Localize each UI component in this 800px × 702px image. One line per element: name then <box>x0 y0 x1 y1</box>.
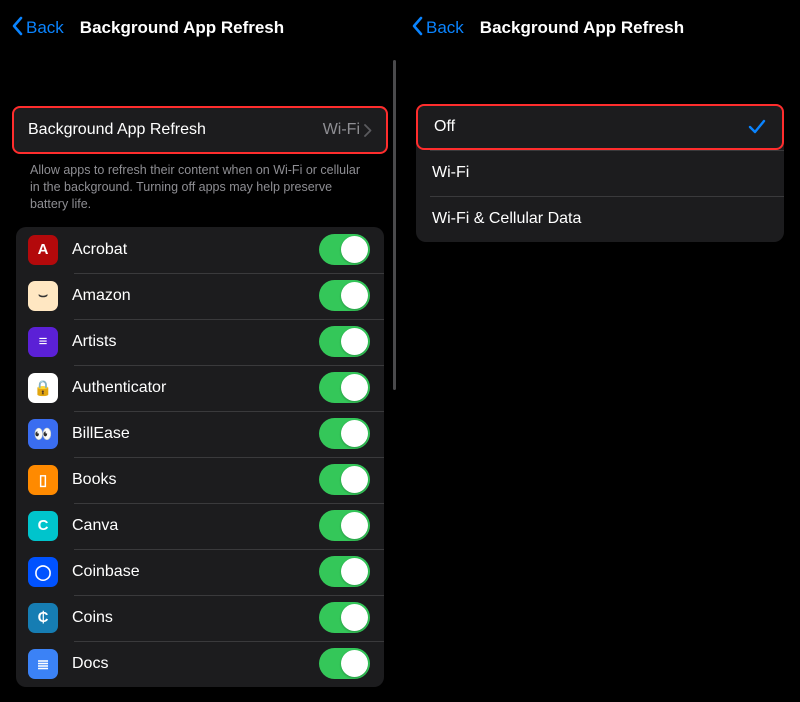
setting-row-label: Background App Refresh <box>28 121 323 139</box>
back-label: Back <box>26 18 64 38</box>
app-label: Docs <box>72 655 319 673</box>
back-button[interactable]: Back <box>10 16 64 41</box>
option-label: Wi-Fi <box>432 164 768 182</box>
screen-right: Back Background App Refresh Off Wi-Fi Wi-F… <box>400 0 800 702</box>
app-icon: ₵ <box>28 603 58 633</box>
background-refresh-setting-row[interactable]: Background App Refresh Wi-Fi <box>12 106 388 154</box>
screen-left: Back Background App Refresh Background A… <box>0 0 400 702</box>
refresh-option-row[interactable]: Off <box>416 104 784 150</box>
app-row: A Acrobat <box>16 227 384 273</box>
app-row: ◯ Coinbase <box>16 549 384 595</box>
chevron-left-icon <box>410 16 424 41</box>
page-title: Background App Refresh <box>80 18 284 38</box>
scroll-indicator[interactable] <box>393 60 396 390</box>
app-row: ▯ Books <box>16 457 384 503</box>
nav-header: Back Background App Refresh <box>0 0 400 56</box>
app-icon: ▯ <box>28 465 58 495</box>
app-icon: ≣ <box>28 649 58 679</box>
setting-footer-text: Allow apps to refresh their content when… <box>0 154 400 227</box>
app-list: A Acrobat ⌣ Amazon ≡ Artists 🔒 Authenticator 👀 Bi… <box>16 227 384 687</box>
back-button[interactable]: Back <box>410 16 464 41</box>
app-row: 👀 BillEase <box>16 411 384 457</box>
app-label: Acrobat <box>72 241 319 259</box>
app-row: ≣ Docs <box>16 641 384 687</box>
app-icon: ◯ <box>28 557 58 587</box>
app-icon: A <box>28 235 58 265</box>
app-toggle[interactable] <box>319 602 370 633</box>
page-title: Background App Refresh <box>480 18 684 38</box>
app-row: ≡ Artists <box>16 319 384 365</box>
app-row: ₵ Coins <box>16 595 384 641</box>
refresh-option-row[interactable]: Wi-Fi & Cellular Data <box>416 196 784 242</box>
refresh-options-list: Off Wi-Fi Wi-Fi & Cellular Data <box>416 104 784 242</box>
app-icon: ≡ <box>28 327 58 357</box>
app-toggle[interactable] <box>319 372 370 403</box>
app-icon: ⌣ <box>28 281 58 311</box>
app-row: ⌣ Amazon <box>16 273 384 319</box>
app-label: Canva <box>72 517 319 535</box>
app-toggle[interactable] <box>319 556 370 587</box>
app-toggle[interactable] <box>319 326 370 357</box>
option-label: Off <box>434 118 748 136</box>
app-label: Amazon <box>72 287 319 305</box>
back-label: Back <box>426 18 464 38</box>
nav-header: Back Background App Refresh <box>400 0 800 56</box>
option-label: Wi-Fi & Cellular Data <box>432 210 768 228</box>
app-label: Artists <box>72 333 319 351</box>
app-toggle[interactable] <box>319 510 370 541</box>
app-label: Authenticator <box>72 379 319 397</box>
app-label: Coinbase <box>72 563 319 581</box>
app-label: BillEase <box>72 425 319 443</box>
app-icon: C <box>28 511 58 541</box>
app-label: Coins <box>72 609 319 627</box>
app-toggle[interactable] <box>319 280 370 311</box>
app-toggle[interactable] <box>319 464 370 495</box>
chevron-left-icon <box>10 16 24 41</box>
app-toggle[interactable] <box>319 648 370 679</box>
chevron-right-icon <box>364 124 372 137</box>
refresh-option-row[interactable]: Wi-Fi <box>416 150 784 196</box>
app-row: 🔒 Authenticator <box>16 365 384 411</box>
app-row: C Canva <box>16 503 384 549</box>
app-toggle[interactable] <box>319 418 370 449</box>
app-icon: 👀 <box>28 419 58 449</box>
app-icon: 🔒 <box>28 373 58 403</box>
app-label: Books <box>72 471 319 489</box>
app-toggle[interactable] <box>319 234 370 265</box>
checkmark-icon <box>748 119 766 135</box>
setting-row-value: Wi-Fi <box>323 121 360 139</box>
